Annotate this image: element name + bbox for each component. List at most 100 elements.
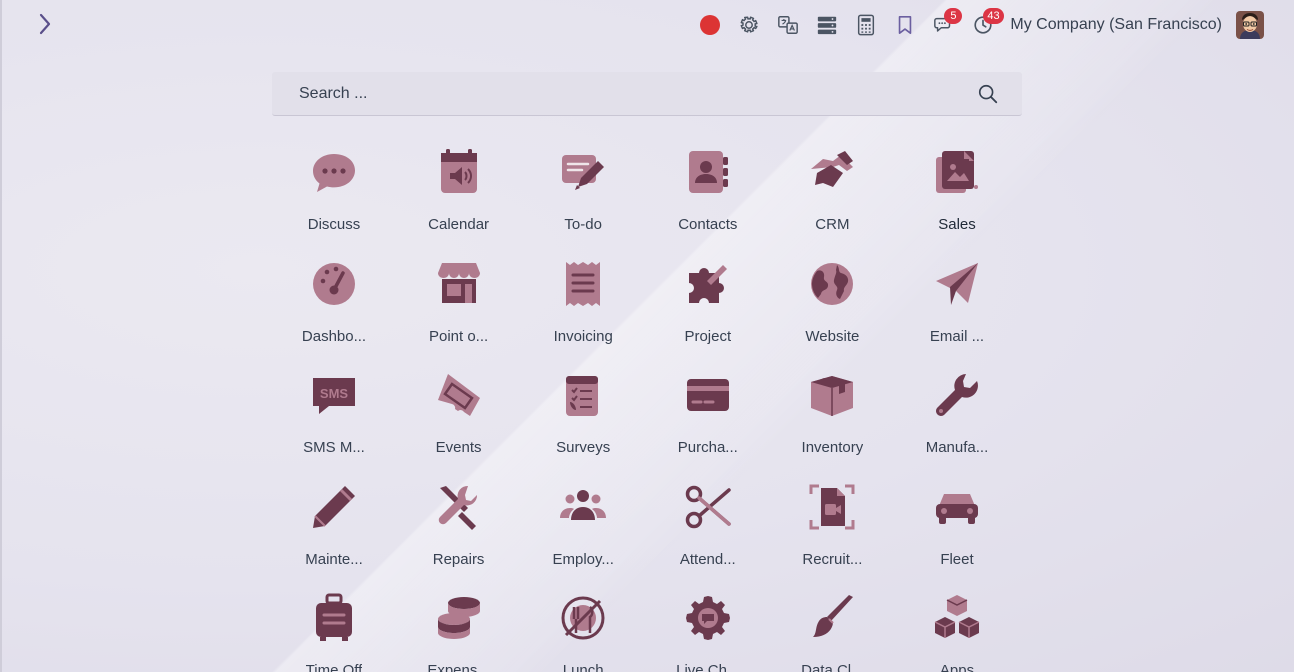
app-label: Contacts xyxy=(678,216,738,233)
app-lunch[interactable]: Lunch xyxy=(521,586,645,672)
app-label: Inventory xyxy=(801,439,864,456)
app-surveys[interactable]: Surveys xyxy=(521,363,645,463)
activities-button[interactable]: 43 xyxy=(968,8,1004,40)
gear-icon xyxy=(740,16,758,33)
search-button[interactable] xyxy=(976,82,1000,106)
luggage-icon xyxy=(309,593,359,643)
app-label: Employ... xyxy=(552,550,614,568)
app-recruit[interactable]: Recruit... xyxy=(770,475,894,575)
app-attend[interactable]: Attend... xyxy=(646,475,770,575)
app-label: Calendar xyxy=(428,216,490,233)
search-input[interactable] xyxy=(272,72,976,115)
record-button[interactable] xyxy=(695,10,725,40)
app-time-off[interactable]: Time Off xyxy=(272,586,396,672)
app-crm[interactable]: CRM xyxy=(770,140,894,240)
app-label: SMS M... xyxy=(303,439,365,456)
app-sales[interactable]: Sales xyxy=(895,140,1019,240)
server-icon xyxy=(818,16,837,35)
record-icon xyxy=(700,15,721,35)
app-label: Discuss xyxy=(307,216,361,233)
app-discuss[interactable]: Discuss xyxy=(272,140,396,240)
svg-text:SMS: SMS xyxy=(320,386,349,401)
app-apps[interactable]: Apps xyxy=(895,586,1019,672)
app-repairs[interactable]: Repairs xyxy=(397,475,521,575)
search-bar xyxy=(272,72,1022,116)
search-icon xyxy=(978,84,998,103)
app-employ[interactable]: Employ... xyxy=(521,475,645,575)
invoice-receipt-icon xyxy=(558,259,608,309)
app-label: Website xyxy=(805,327,860,345)
app-label: Expens... xyxy=(427,662,490,672)
app-inventory[interactable]: Inventory xyxy=(770,363,894,463)
app-label: Sales xyxy=(938,216,976,233)
app-label: Repairs xyxy=(432,550,485,568)
app-to-do[interactable]: To-do xyxy=(521,140,645,240)
translate-button[interactable] xyxy=(773,10,803,40)
bookmark-icon xyxy=(899,15,912,34)
messages-badge: 5 xyxy=(944,8,963,24)
app-sms-m[interactable]: SMS SMS M... xyxy=(272,363,396,463)
ticket-icon xyxy=(434,370,484,420)
app-label: Live Ch... xyxy=(676,662,740,672)
app-manufa[interactable]: Manufa... xyxy=(895,363,1019,463)
database-button[interactable] xyxy=(812,10,842,40)
calculator-button[interactable] xyxy=(851,10,881,40)
app-label: Dashbo... xyxy=(301,327,367,345)
cubes-icon xyxy=(932,593,982,643)
calculator-icon xyxy=(858,14,875,36)
chat-bubble-icon xyxy=(309,147,359,197)
app-label: Mainte... xyxy=(305,550,363,568)
app-contacts[interactable]: Contacts xyxy=(646,140,770,240)
pencil-icon xyxy=(309,482,359,532)
app-dashbo[interactable]: Dashbo... xyxy=(272,252,396,352)
lunch-plate-icon xyxy=(558,593,608,643)
app-live-ch[interactable]: Live Ch... xyxy=(646,586,770,672)
sms-bubble-icon: SMS xyxy=(309,370,359,420)
settings-button[interactable] xyxy=(734,10,764,40)
paper-plane-icon xyxy=(932,259,982,309)
app-label: To-do xyxy=(564,216,602,233)
scissors-icon xyxy=(683,482,733,532)
app-purcha[interactable]: Purcha... xyxy=(646,363,770,463)
car-icon xyxy=(932,482,982,532)
app-label: Recruit... xyxy=(802,550,863,568)
app-point-o[interactable]: Point o... xyxy=(397,252,521,352)
app-label: Lunch xyxy=(562,662,604,672)
app-email[interactable]: Email ... xyxy=(895,252,1019,352)
app-label: Project xyxy=(684,327,732,345)
survey-clipboard-icon xyxy=(558,370,608,420)
shop-icon xyxy=(434,259,484,309)
coins-icon xyxy=(434,593,484,643)
box-icon xyxy=(807,370,857,420)
app-label: Point o... xyxy=(428,327,489,345)
app-calendar[interactable]: Calendar xyxy=(397,140,521,240)
left-edge xyxy=(0,0,2,672)
address-book-icon xyxy=(683,147,733,197)
user-avatar[interactable] xyxy=(1236,11,1264,39)
app-label: CRM xyxy=(815,216,850,233)
app-data-cl[interactable]: Data Cl... xyxy=(770,586,894,672)
top-bar: 5 43 My Company (San Francisco) xyxy=(0,0,1294,50)
note-pen-icon xyxy=(558,147,608,197)
company-switcher[interactable]: My Company (San Francisco) xyxy=(1010,16,1222,34)
chevron-right-icon xyxy=(39,13,51,35)
app-project[interactable]: Project xyxy=(646,252,770,352)
menu-toggle-button[interactable] xyxy=(34,12,56,36)
bookmarks-button[interactable] xyxy=(890,10,920,40)
activities-badge: 43 xyxy=(983,8,1004,24)
people-icon xyxy=(558,482,608,532)
app-mainte[interactable]: Mainte... xyxy=(272,475,396,575)
app-expens[interactable]: Expens... xyxy=(397,586,521,672)
credit-card-icon xyxy=(683,370,733,420)
app-label: Surveys xyxy=(556,439,611,456)
tools-icon xyxy=(434,482,484,532)
app-events[interactable]: Events xyxy=(397,363,521,463)
wrench-icon xyxy=(932,370,982,420)
app-fleet[interactable]: Fleet xyxy=(895,475,1019,575)
messages-button[interactable]: 5 xyxy=(929,8,963,40)
app-invoicing[interactable]: Invoicing xyxy=(521,252,645,352)
app-label: Fleet xyxy=(940,550,974,568)
app-label: Invoicing xyxy=(553,327,613,345)
app-website[interactable]: Website xyxy=(770,252,894,352)
translate-icon xyxy=(778,16,799,34)
